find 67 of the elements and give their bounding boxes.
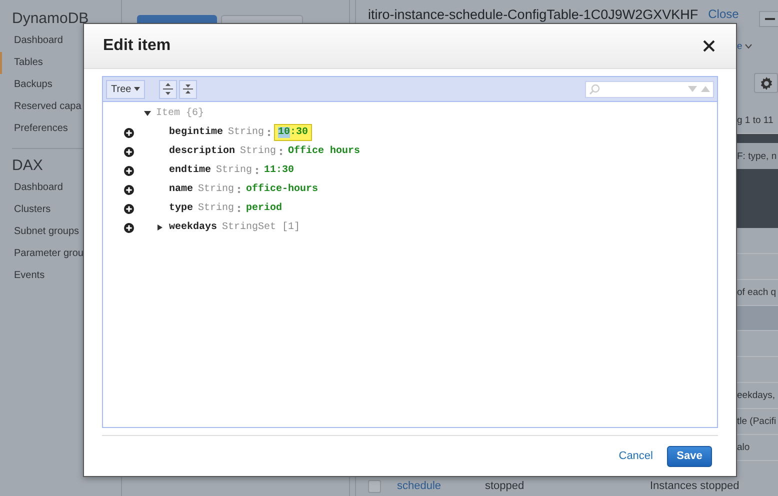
table-title: itiro-instance-schedule-ConfigTable-1C0J9W2GXVKHF: [368, 6, 698, 22]
collapse-icon: [183, 83, 194, 95]
add-icon[interactable]: [124, 222, 134, 232]
minus-icon: [765, 18, 776, 20]
settings-button[interactable]: [754, 73, 778, 93]
attribute-value: office-hours: [245, 182, 320, 197]
attribute-name: type: [169, 203, 194, 214]
search-field[interactable]: [585, 80, 714, 98]
column-header: F: type, n: [737, 150, 777, 162]
dropdown-label[interactable]: e: [737, 40, 742, 52]
add-icon[interactable]: [124, 166, 134, 176]
attribute-name: name: [169, 184, 194, 195]
attribute-type: String: [198, 184, 234, 195]
table-cell: eekdays,: [737, 390, 776, 401]
table-cell: of each q: [737, 287, 776, 298]
attribute-name: weekdays: [169, 222, 218, 233]
separator-icon: [256, 168, 258, 174]
close-icon: [703, 40, 715, 52]
collapse-all-button[interactable]: [179, 80, 198, 98]
attribute-name: description: [169, 146, 236, 157]
node-label: Item {6}: [156, 108, 204, 119]
add-icon[interactable]: [124, 204, 134, 214]
navigation-arrows-icon: [688, 86, 710, 92]
add-icon[interactable]: [124, 146, 134, 156]
attribute-name: begintime: [169, 127, 224, 138]
save-button[interactable]: Save: [667, 446, 712, 466]
separator-icon: [268, 130, 270, 136]
attribute-value: 11:30: [263, 164, 296, 178]
chevron-icon: [745, 44, 752, 48]
mode-dropdown[interactable]: Tree: [106, 80, 146, 98]
sidebar-heading: DynamoDB: [11, 9, 90, 29]
search-icon: [589, 84, 600, 94]
dark-bar: [737, 134, 778, 143]
table-cell: alo: [737, 442, 750, 453]
item-link[interactable]: schedule: [397, 480, 485, 492]
table-cell: g 1 to 11: [737, 115, 774, 126]
add-icon[interactable]: [124, 184, 134, 194]
attribute-type: StringSet [1]: [222, 222, 300, 233]
dark-bar: [737, 169, 778, 228]
table-cell-text: stopped: [485, 480, 526, 492]
close-button[interactable]: [701, 38, 717, 54]
settings-icon: [760, 76, 772, 90]
expand-icon: [163, 83, 174, 95]
attribute-name: endtime: [169, 165, 212, 176]
separator-icon: [280, 148, 282, 154]
attribute-type: String: [228, 127, 264, 138]
separator-icon: [238, 206, 240, 212]
value-field[interactable]: 10:30: [274, 124, 312, 141]
table-cell: tle (Pacifi: [737, 416, 776, 427]
expanded-arrow-icon[interactable]: [144, 110, 151, 117]
attribute-value: period: [245, 202, 284, 216]
cancel-link[interactable]: Cancel: [618, 450, 653, 462]
attribute-type: String: [240, 146, 276, 157]
attribute-value: Office hours: [287, 144, 362, 159]
separator-icon: [238, 186, 240, 192]
close-link[interactable]: Close: [708, 7, 739, 21]
table-cell: Instances stopped: [650, 480, 740, 492]
minimize-button[interactable]: [758, 11, 778, 27]
caret-icon: [134, 87, 140, 91]
dialog-title: Edit item: [103, 37, 172, 55]
row-checkbox[interactable]: [368, 480, 381, 493]
attribute-type: String: [198, 203, 234, 214]
collapsed-arrow-icon[interactable]: [157, 224, 163, 231]
sidebar-heading: DAX: [11, 156, 44, 176]
expand-all-button[interactable]: [159, 80, 178, 98]
attribute-type: String: [216, 165, 252, 176]
add-icon[interactable]: [124, 128, 134, 138]
